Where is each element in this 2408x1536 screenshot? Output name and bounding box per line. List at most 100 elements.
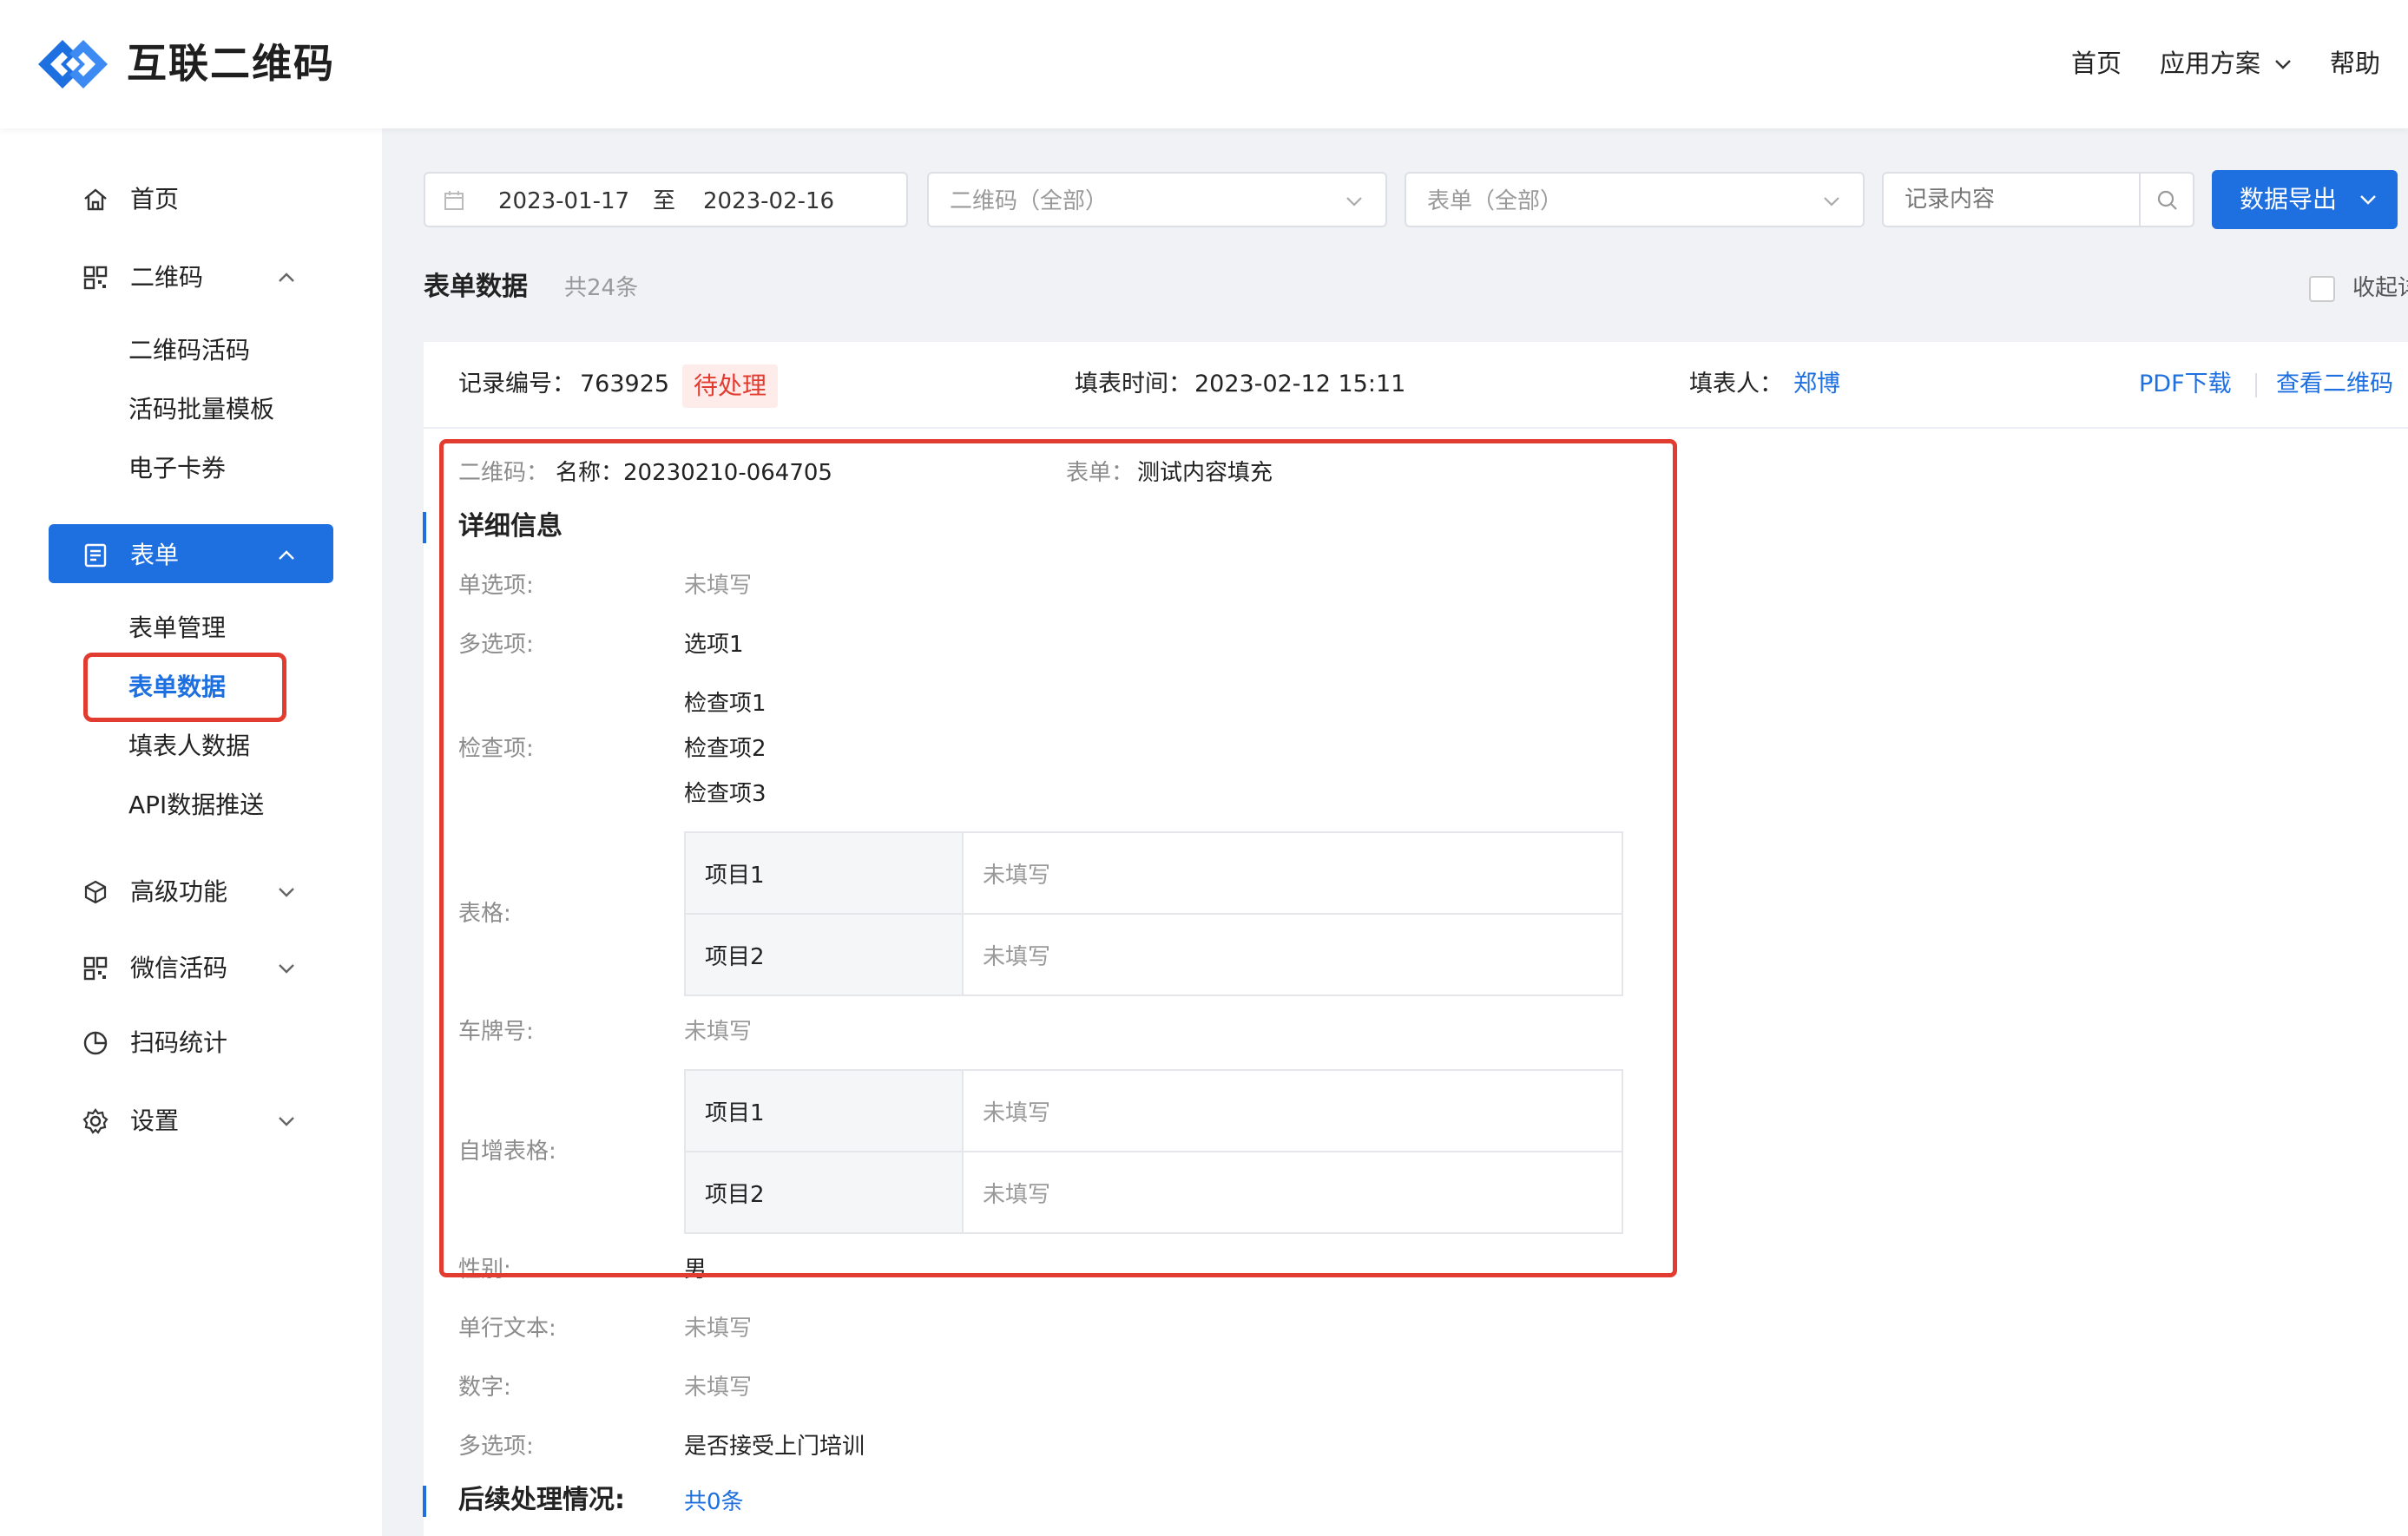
table-row: 项目2 未填写 [684,1151,1623,1234]
field-label-multi: 多选项: [458,632,534,658]
field-value-plate: 未填写 [684,1019,753,1045]
sidebar-item-settings[interactable]: 设置 [130,1104,179,1139]
chevron-down-icon [2360,195,2376,205]
brand-name: 互联二维码 [127,40,335,87]
chevron-up-icon[interactable] [276,267,297,288]
highlight-box [83,653,286,722]
field-label-table: 表格: [458,901,511,927]
table-cell-value: 未填写 [962,831,1623,915]
fill-time: 2023-02-12 15:11 [1194,371,1406,397]
chevron-down-icon[interactable] [276,882,297,903]
field-auto-table: 项目1 未填写 项目2 未填写 [684,1069,1623,1234]
qrcode-icon [83,956,108,981]
followup-count-link[interactable]: 共0条 [684,1486,744,1519]
collapse-checkbox[interactable] [2309,276,2335,302]
field-label-auto-table: 自增表格: [458,1139,556,1165]
field-value-text: 未填写 [684,1316,753,1342]
calendar-icon [444,191,464,210]
qrcode-icon [83,266,108,290]
sidebar-item-form-label: 表单 [130,541,180,569]
date-range-picker[interactable]: 2023-01-17 至 2023-02-16 [424,172,908,227]
sidebar-subitem-qr-dynamic[interactable]: 二维码活码 [128,333,250,368]
chevron-up-icon[interactable] [276,545,297,566]
pie-chart-icon [83,1031,108,1055]
table-cell-key: 项目2 [684,913,964,996]
table-cell-key: 项目2 [684,1151,964,1234]
detail-title: 详细信息 [458,511,563,542]
qrcode-label: 二维码： [458,460,549,486]
collapse-label[interactable]: 收起详 [2352,272,2408,304]
logo-icon[interactable] [31,33,115,95]
field-value-single: 未填写 [684,573,753,599]
cube-icon [84,880,107,904]
sidebar-subitem-form-manage[interactable]: 表单管理 [128,611,226,646]
sidebar-subitem-batch-template[interactable]: 活码批量模板 [128,392,274,427]
form-select-value: 表单（全部） [1427,188,1563,214]
filler-name-link[interactable]: 郑博 [1793,368,1840,401]
section-marker [423,512,426,543]
field-label-gender: 性别: [458,1257,511,1283]
nav-solutions[interactable]: 应用方案 [2160,43,2260,83]
field-value-multi2: 是否接受上门培训 [684,1434,865,1460]
form-name: 测试内容填充 [1137,460,1273,486]
pdf-download-link[interactable]: PDF下载 [2139,368,2232,401]
field-label-plate: 车牌号: [458,1019,534,1045]
form-label: 表单： [1066,460,1135,486]
table-cell-value: 未填写 [962,1151,1623,1234]
chevron-down-icon[interactable] [2273,54,2293,75]
sidebar-subitem-e-coupon[interactable]: 电子卡券 [128,451,226,486]
chevron-down-icon [1346,197,1362,207]
table-cell-value: 未填写 [962,913,1623,996]
qrcode-select-value: 二维码（全部） [950,188,1109,214]
chevron-down-icon[interactable] [276,1111,297,1132]
field-table: 项目1 未填写 项目2 未填写 [684,831,1623,996]
page-title: 表单数据 [424,272,528,302]
field-value-number: 未填写 [684,1375,753,1401]
table-row: 项目2 未填写 [684,913,1623,996]
table-cell-value: 未填写 [962,1069,1623,1152]
form-icon [84,543,107,568]
view-qrcode-link[interactable]: 查看二维码 [2276,368,2393,401]
filler-label: 填表人： [1689,371,1783,397]
date-start[interactable]: 2023-01-17 [498,187,629,215]
field-label-check: 检查项: [458,736,534,762]
table-cell-key: 项目1 [684,831,964,915]
followup-title: 后续处理情况: [458,1485,625,1515]
form-select[interactable]: 表单（全部） [1405,172,1865,227]
field-value-check-3: 检查项3 [684,781,766,807]
search-icon[interactable] [2156,189,2179,212]
divider [2255,373,2257,397]
field-label-multi2: 多选项: [458,1434,534,1460]
field-label-number: 数字: [458,1375,511,1401]
chevron-down-icon [1824,197,1839,207]
status-badge: 待处理 [682,364,778,408]
sidebar-item-advanced[interactable]: 高级功能 [130,875,227,909]
fill-time-label: 填表时间： [1075,371,1192,397]
field-label-text: 单行文本: [458,1316,556,1342]
gear-icon [82,1108,109,1134]
sidebar-item-wechat[interactable]: 微信活码 [130,951,227,986]
sidebar-item-stats[interactable]: 扫码统计 [130,1026,227,1060]
nav-help[interactable]: 帮助 [2330,43,2380,83]
sidebar-item-home[interactable]: 首页 [130,182,179,217]
record-count: 共24条 [564,275,639,301]
search-box [1882,172,2194,227]
table-row: 项目1 未填写 [684,831,1623,915]
qrcode-select[interactable]: 二维码（全部） [927,172,1387,227]
search-input[interactable] [1884,174,2141,226]
chevron-down-icon[interactable] [276,958,297,979]
record-id-label: 记录编号： [458,371,576,397]
date-end[interactable]: 2023-02-16 [703,187,834,215]
divider [424,427,2408,429]
top-header: 互联二维码 首页 应用方案 帮助 [0,0,2408,128]
sidebar-item-qrcode[interactable]: 二维码 [130,260,203,295]
export-button[interactable]: 数据导出 [2212,170,2398,229]
sidebar-subitem-api-push[interactable]: API数据推送 [128,788,264,823]
field-value-gender: 男 [684,1257,707,1283]
field-value-check-1: 检查项1 [684,691,766,717]
sidebar-subitem-filler-data[interactable]: 填表人数据 [128,729,250,764]
section-marker [423,1486,426,1517]
nav-home[interactable]: 首页 [2071,43,2122,83]
export-button-label: 数据导出 [2240,185,2338,213]
record-id: 763925 [580,371,670,397]
